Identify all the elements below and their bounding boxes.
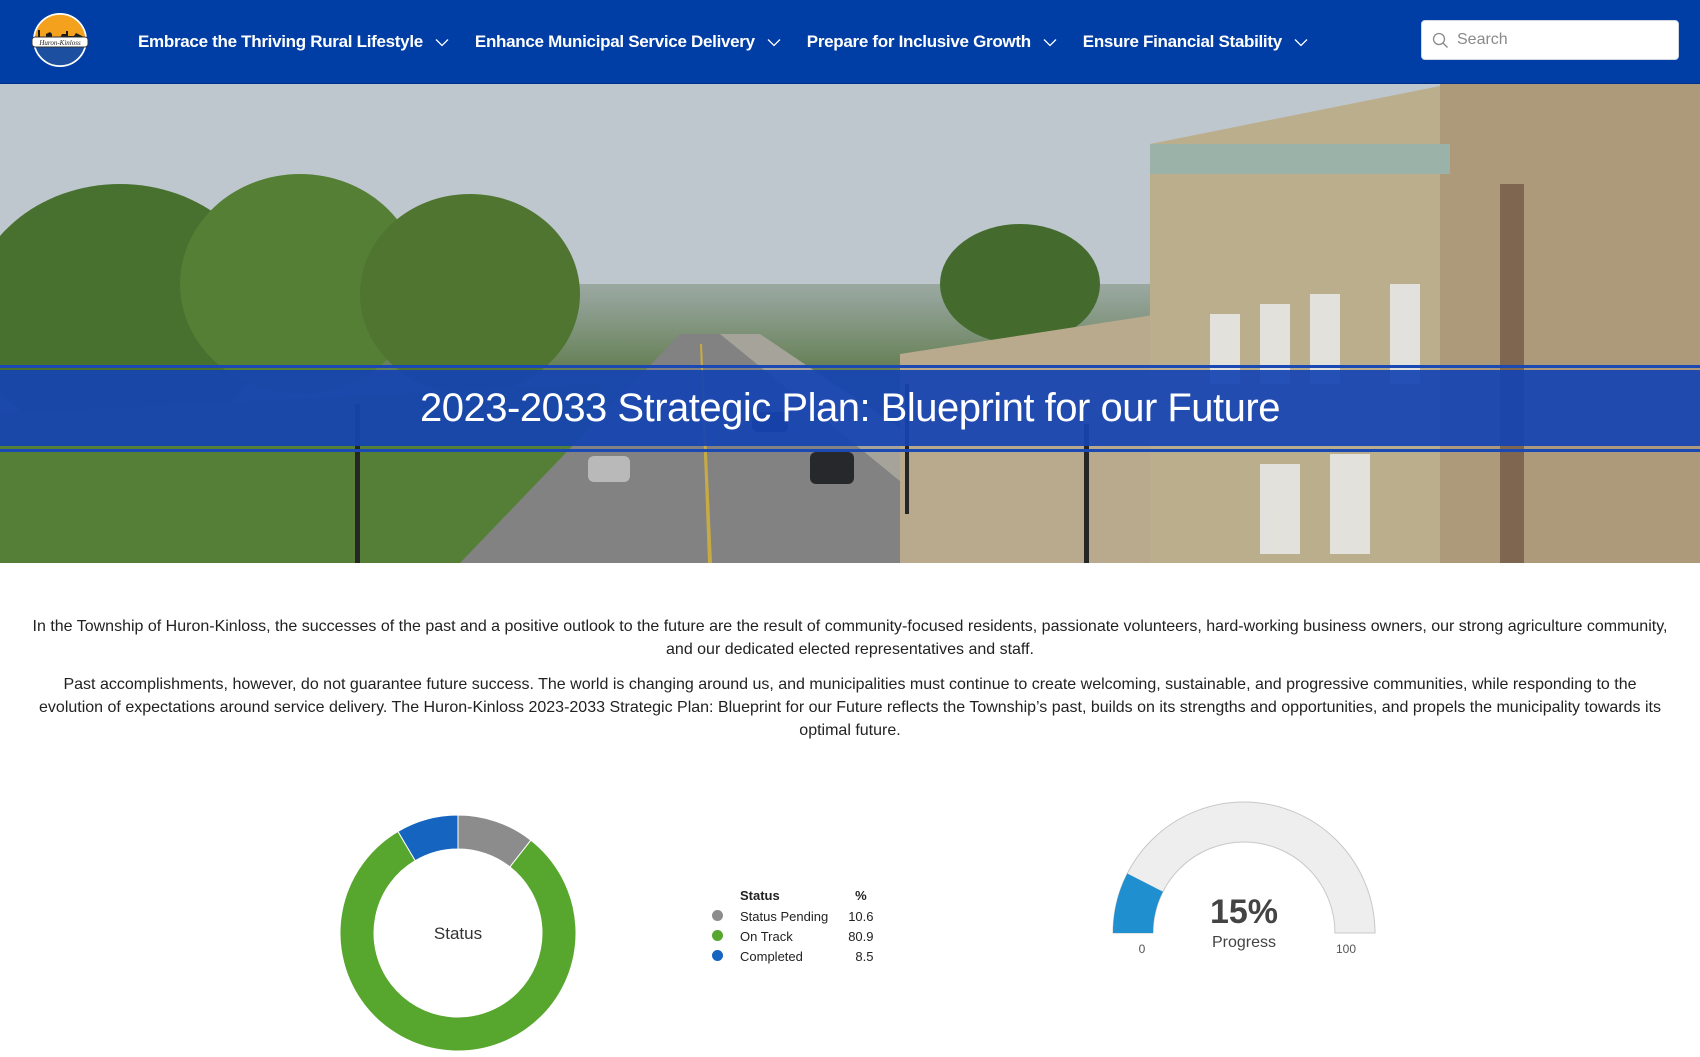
title-banner: 2023-2033 Strategic Plan: Blueprint for … [0, 370, 1700, 446]
gauge-value-label: 15% [1210, 893, 1278, 931]
status-legend: Status % Status Pending 10.6 On Track 80… [712, 888, 874, 966]
site-header: Huron-Kinloss Embrace the Thriving Rural… [0, 0, 1700, 84]
legend-label: On Track [740, 928, 793, 944]
legend-header-percent: % [855, 888, 867, 903]
legend-label: Status Pending [740, 908, 829, 924]
chevron-down-icon [1043, 38, 1057, 46]
nav-item-inclusive-growth[interactable]: Prepare for Inclusive Growth [807, 32, 1057, 52]
search-icon [1432, 32, 1448, 48]
gauge-min-label: 0 [1139, 942, 1146, 956]
nav-item-rural-lifestyle[interactable]: Embrace the Thriving Rural Lifestyle [138, 32, 449, 52]
gauge-max-label: 100 [1336, 942, 1356, 956]
legend-label: Completed [740, 948, 803, 964]
banner-rule-top [0, 365, 1700, 368]
legend-swatch-on-track [712, 929, 723, 941]
search-box[interactable] [1421, 20, 1679, 60]
intro-text: In the Township of Huron-Kinloss, the su… [30, 615, 1670, 754]
status-donut-chart: Status [339, 814, 577, 1052]
gauge-caption: Progress [1212, 934, 1276, 951]
legend-header-status: Status [740, 888, 780, 903]
legend-swatch-status-pending [712, 909, 723, 921]
donut-center-label: Status [434, 924, 482, 943]
legend-value: 8.5 [855, 948, 874, 964]
chevron-down-icon [1294, 38, 1308, 46]
search-input[interactable] [1457, 31, 1667, 49]
legend-row[interactable]: On Track 80.9 [712, 926, 874, 946]
legend-swatch-completed [712, 949, 723, 961]
banner-rule-bottom [0, 449, 1700, 452]
main-nav: Embrace the Thriving Rural Lifestyle Enh… [138, 0, 1334, 84]
nav-item-label: Embrace the Thriving Rural Lifestyle [138, 32, 423, 51]
nav-item-label: Prepare for Inclusive Growth [806, 32, 1031, 51]
legend-row[interactable]: Completed 8.5 [712, 946, 874, 966]
chevron-down-icon [767, 38, 781, 46]
progress-gauge: 15% Progress 0 100 [1112, 801, 1376, 956]
intro-paragraph: In the Township of Huron-Kinloss, the su… [32, 618, 1668, 658]
hero-image: 2023-2033 Strategic Plan: Blueprint for … [0, 84, 1700, 563]
nav-item-financial-stability[interactable]: Ensure Financial Stability [1083, 32, 1308, 52]
nav-item-label: Ensure Financial Stability [1082, 32, 1282, 51]
nav-item-municipal-service[interactable]: Enhance Municipal Service Delivery [475, 32, 781, 52]
chevron-down-icon [435, 38, 449, 46]
township-logo[interactable]: Huron-Kinloss [30, 12, 90, 68]
nav-item-label: Enhance Municipal Service Delivery [474, 32, 755, 51]
legend-value: 10.6 [848, 908, 874, 924]
street-scene-image [0, 84, 1700, 563]
logo-text: Huron-Kinloss [38, 39, 81, 47]
legend-value: 80.9 [848, 928, 874, 944]
legend-row[interactable]: Status Pending 10.6 [712, 906, 874, 926]
page-title: 2023-2033 Strategic Plan: Blueprint for … [420, 385, 1280, 430]
intro-paragraph: Past accomplishments, however, do not gu… [39, 676, 1661, 739]
